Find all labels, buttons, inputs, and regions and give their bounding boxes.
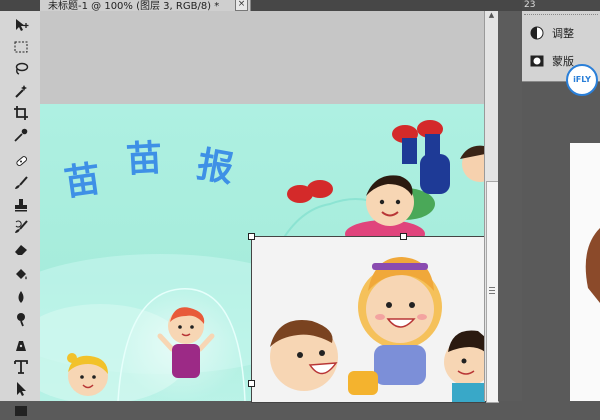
magic-wand-icon[interactable] (10, 82, 32, 100)
document-tab[interactable]: 未标题-1 @ 100% (图层 3, RGB/8) * (40, 0, 251, 12)
tools-panel (0, 11, 41, 416)
transform-handle-top-left[interactable] (248, 233, 255, 240)
eraser-icon[interactable] (10, 240, 32, 258)
clone-stamp-icon[interactable] (10, 196, 32, 214)
brush-icon[interactable] (10, 174, 32, 192)
kids-group-illustration (270, 257, 485, 402)
lasso-icon[interactable] (10, 60, 32, 78)
healing-brush-icon[interactable] (10, 152, 32, 170)
pen-icon[interactable] (10, 336, 32, 354)
paint-bucket-icon[interactable] (10, 266, 32, 284)
panel-item-adjustments[interactable]: 调整 (530, 23, 574, 43)
panel-item-masks[interactable]: 蒙版 (530, 51, 574, 71)
move-tool-icon[interactable] (10, 16, 32, 34)
transform-handle-top-center[interactable] (400, 233, 407, 240)
panel-item-label: 蒙版 (552, 55, 574, 68)
close-tab-button[interactable]: × (235, 0, 248, 11)
background-document[interactable] (570, 143, 600, 401)
panel-item-label: 调整 (552, 27, 574, 40)
crop-icon[interactable] (10, 104, 32, 122)
watermark-badge: iFLY (566, 64, 598, 96)
workspace-gutter (498, 11, 522, 401)
transform-handle-middle-left[interactable] (248, 380, 255, 387)
path-selection-icon[interactable] (10, 380, 32, 398)
eyedropper-icon[interactable] (10, 126, 32, 144)
scroll-up-arrow-icon[interactable]: ▲ (487, 11, 496, 20)
type-icon[interactable] (10, 358, 32, 376)
adjustment-icon (530, 26, 544, 40)
blur-icon[interactable] (10, 288, 32, 306)
vertical-scrollbar[interactable]: ▲ (484, 11, 499, 403)
dodge-icon[interactable] (10, 310, 32, 328)
mask-icon (530, 55, 544, 67)
placed-image-layer[interactable] (251, 236, 486, 403)
rectangle-shape-icon[interactable] (10, 402, 32, 420)
history-brush-icon[interactable] (10, 218, 32, 236)
rectangular-marquee-icon[interactable] (10, 38, 32, 56)
panel-header: 23 (522, 0, 600, 11)
document-tab-bar: 未标题-1 @ 100% (图层 3, RGB/8) * × (0, 0, 600, 12)
